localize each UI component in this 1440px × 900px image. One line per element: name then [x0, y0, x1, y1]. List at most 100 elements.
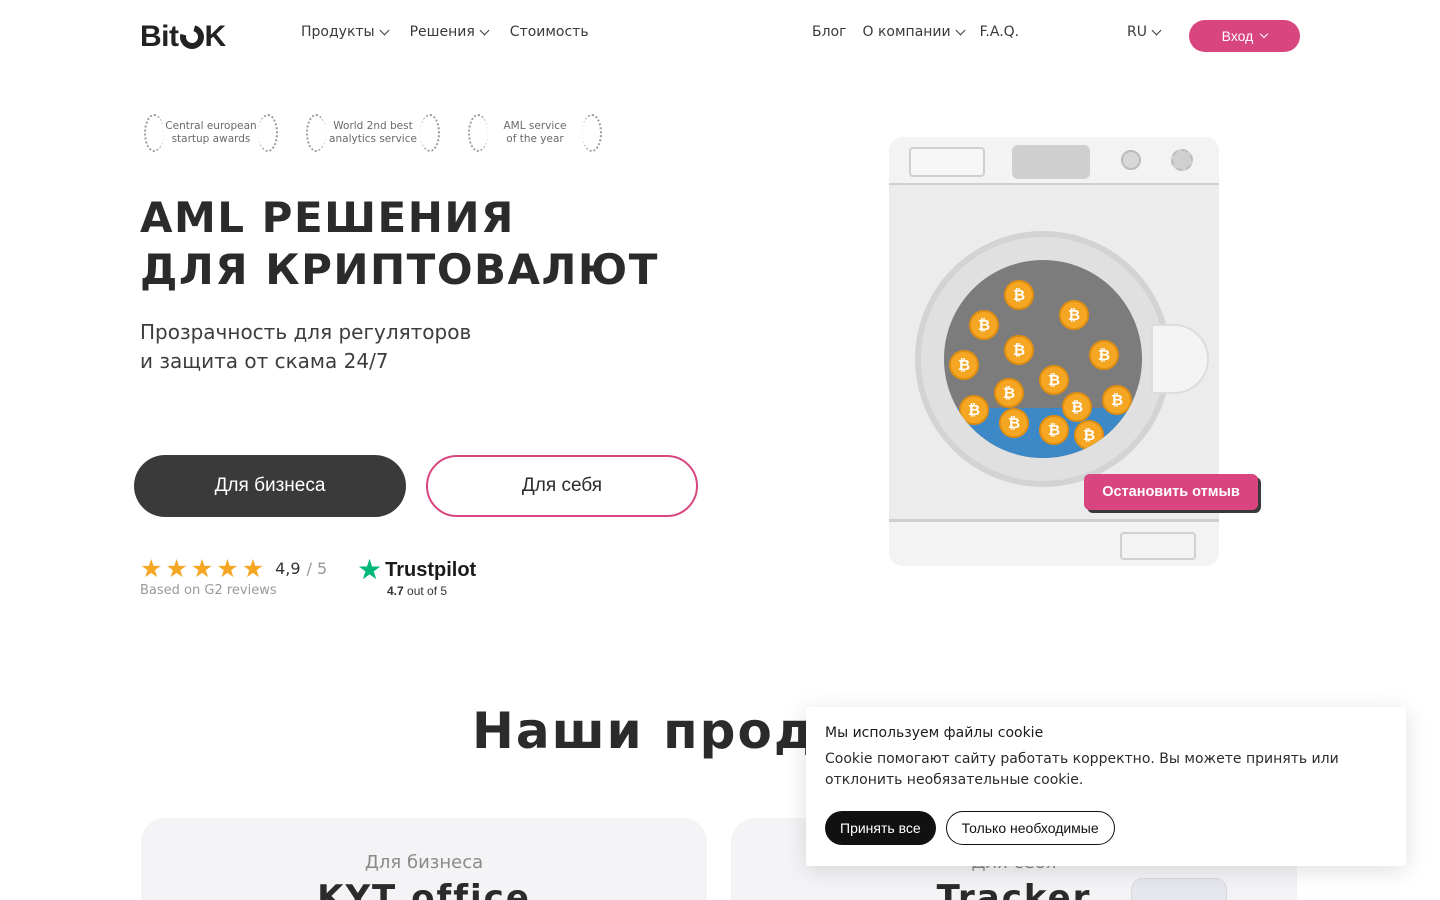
nav-faq[interactable]: F.A.Q. [980, 24, 1020, 40]
products-section-title: Наши прод [472, 702, 817, 760]
chevron-down-icon [379, 25, 390, 35]
nav-faq-label: F.A.Q. [979, 24, 1020, 40]
bitcoin-coin-icon: ₿ [1102, 385, 1132, 415]
chevron-down-icon [1151, 25, 1162, 35]
trustpilot-star-icon: ★ [357, 553, 383, 586]
star-icon: ★ [165, 554, 188, 583]
trustpilot-rating[interactable]: ★ Trustpilot 4.7 out of 5 [357, 556, 476, 599]
award-text: AML service of the year [503, 120, 566, 146]
award-line1: Central european [165, 120, 257, 132]
chevron-down-icon [1260, 29, 1269, 39]
cookie-actions: Принять все Только необходимые [825, 811, 1115, 845]
trustpilot-name: Trustpilot [385, 558, 477, 581]
laurel-left-icon [306, 114, 326, 152]
award-badge: AML service of the year [466, 112, 604, 154]
product-card-image [1131, 878, 1227, 900]
bitcoin-coin-icon: ₿ [969, 310, 999, 340]
bitcoin-coin-icon: ₿ [1059, 300, 1089, 330]
for-business-button[interactable]: Для бизнеса [134, 455, 406, 517]
cookie-text: Cookie помогают сайту работать корректно… [825, 751, 1339, 788]
washer-control-panel [889, 137, 1219, 185]
language-selector[interactable]: RU [1127, 24, 1162, 40]
bitcoin-coin-icon: ₿ [1004, 280, 1034, 310]
trustpilot-caption: 4.7 out of 5 [387, 584, 476, 598]
bitcoin-coin-icon: ₿ [949, 350, 979, 380]
hero-subtitle-line1: Прозрачность для регуляторов [140, 320, 472, 344]
accept-all-cookies-button[interactable]: Принять все [825, 811, 936, 845]
bitcoin-coin-icon: ₿ [1039, 415, 1069, 445]
nav-solutions-label: Решения [409, 24, 475, 40]
nav-about[interactable]: О компании [862, 24, 966, 40]
washer-display [1012, 145, 1090, 179]
login-label: Вход [1221, 28, 1254, 44]
washer-drum: ₿ ₿ ₿ ₿ ₿ ₿ ₿ ₿ ₿ ₿ ₿ ₿ ₿ ₿ [944, 260, 1142, 458]
hero-title-line2: ДЛЯ КРИПТОВАЛЮТ [140, 245, 659, 294]
detergent-drawer [909, 147, 985, 177]
award-text: World 2nd best analytics service [329, 120, 417, 146]
g2-max: / 5 [306, 559, 328, 578]
bitcoin-coin-icon: ₿ [959, 395, 989, 425]
product-card-business[interactable]: Для бизнеса KYT office [141, 818, 707, 900]
hero-subtitle: Прозрачность для регуляторов и защита от… [140, 318, 471, 376]
main-nav: Продукты Решения Стоимость [301, 24, 589, 40]
award-line2: startup awards [171, 133, 251, 145]
bitcoin-coin-icon: ₿ [1004, 335, 1034, 365]
nav-blog-label: Блог [812, 24, 847, 40]
laurel-right-icon [258, 114, 278, 152]
cookie-banner: Мы используем файлы cookie Cookie помога… [806, 707, 1406, 866]
bitcoin-coin-icon: ₿ [1039, 365, 1069, 395]
star-icon: ★ [216, 554, 239, 583]
chevron-down-icon [955, 25, 966, 35]
bitcoin-coin-icon: ₿ [994, 378, 1024, 408]
hero-subtitle-line2: и защита от скама 24/7 [140, 349, 389, 373]
g2-caption: Based on G2 reviews [140, 583, 277, 598]
product-card-subtitle: Для бизнеса [364, 852, 484, 873]
award-text: Central european startup awards [165, 120, 256, 146]
nav-solutions[interactable]: Решения [409, 24, 490, 40]
trustpilot-logo: ★ Trustpilot [357, 556, 476, 584]
washer-door-handle [1151, 324, 1209, 394]
star-icon: ★ [190, 554, 214, 583]
laurel-left-icon [468, 114, 488, 152]
nav-about-label: О компании [862, 24, 951, 40]
award-line2: of the year [506, 133, 564, 145]
trustpilot-out-of: out of 5 [407, 584, 448, 598]
secondary-nav: Блог О компании F.A.Q. [812, 24, 1019, 40]
site-header: Bit K Продукты Решения Стоимость Блог О … [0, 0, 1440, 70]
stop-laundering-button[interactable]: Остановить отмыв [1084, 474, 1258, 510]
logo-text-left: Bit [140, 20, 179, 53]
bitcoin-coin-icon: ₿ [1089, 340, 1119, 370]
hero-title-line1: AML РЕШЕНИЯ [140, 193, 515, 242]
washer-knob-icon [1121, 150, 1141, 170]
g2-score: 4,9 [275, 559, 301, 578]
award-line2: analytics service [329, 133, 417, 145]
bitcoin-coin-icon: ₿ [1074, 420, 1104, 450]
laurel-right-icon [582, 114, 602, 152]
g2-stars: ★ ★ ★ ★ ★ 4,9 / 5 [140, 556, 327, 581]
g2-rating[interactable]: ★ ★ ★ ★ ★ 4,9 / 5 Based on G2 reviews [140, 556, 327, 598]
star-icon: ★ [241, 554, 265, 583]
chevron-down-icon [479, 25, 490, 35]
trustpilot-score: 4.7 [387, 584, 404, 598]
star-icon: ★ [140, 554, 163, 583]
nav-pricing-label: Стоимость [509, 24, 589, 40]
award-badge: Central european startup awards [142, 112, 280, 154]
washer-dial-icon [1171, 149, 1193, 171]
login-button[interactable]: Вход [1189, 20, 1300, 52]
bitok-logo[interactable]: Bit K [140, 20, 226, 54]
nav-pricing[interactable]: Стоимость [510, 24, 589, 40]
logo-ring-icon [175, 20, 208, 54]
cookie-title: Мы используем файлы cookie [825, 725, 1044, 741]
bitcoin-coin-icon: ₿ [1062, 392, 1092, 422]
product-card-title: KYT office [317, 878, 531, 900]
award-line1: World 2nd best [333, 120, 413, 132]
nav-products[interactable]: Продукты [301, 24, 390, 40]
nav-blog[interactable]: Блог [812, 24, 846, 40]
necessary-cookies-button[interactable]: Только необходимые [945, 811, 1115, 845]
logo-text-right: K [204, 20, 227, 53]
washer-filter-panel [1120, 532, 1196, 560]
washer-base [889, 519, 1219, 566]
for-self-button[interactable]: Для себя [426, 455, 698, 517]
nav-products-label: Продукты [301, 24, 375, 40]
award-badge: World 2nd best analytics service [304, 112, 442, 154]
